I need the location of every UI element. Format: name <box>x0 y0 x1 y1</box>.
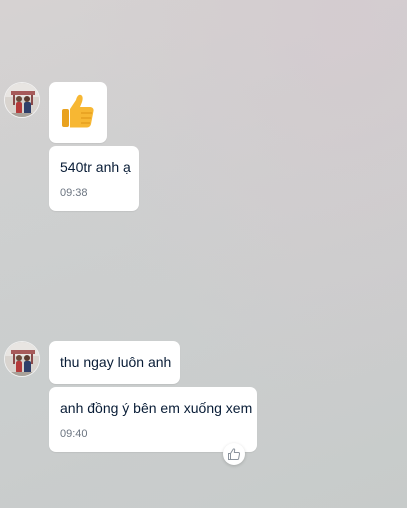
sender-avatar[interactable] <box>4 82 40 118</box>
message-bubble[interactable]: anh đồng ý bên em xuống xem 09:40 <box>49 387 257 452</box>
message-bubble[interactable]: 540tr anh ạ 09:38 <box>49 146 139 211</box>
thumbs-up-icon <box>62 94 94 128</box>
sticker-message[interactable] <box>49 82 107 143</box>
like-reaction-button[interactable] <box>223 443 245 465</box>
message-text: 540tr anh ạ <box>60 159 131 175</box>
like-icon <box>228 448 241 460</box>
message-time: 09:40 <box>60 428 88 440</box>
message-text: anh đồng ý bên em xuống xem <box>60 400 253 416</box>
message-time: 09:38 <box>60 187 88 199</box>
message-bubble[interactable]: thu ngay luôn anh <box>49 341 180 384</box>
sender-avatar[interactable] <box>4 341 40 377</box>
message-text: thu ngay luôn anh <box>60 354 172 370</box>
